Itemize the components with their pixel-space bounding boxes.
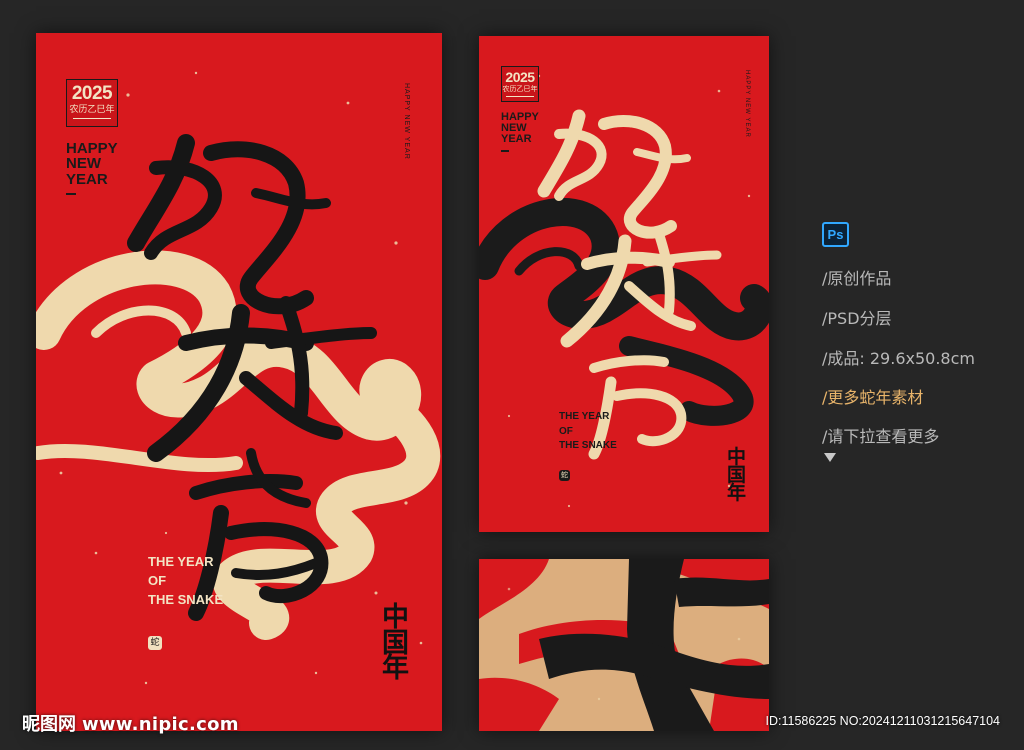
china-char-3-small: 年: [727, 482, 747, 505]
info-original-work: /原创作品: [822, 269, 892, 288]
photoshop-icon: Ps: [822, 222, 849, 247]
snake-seal-small: 蛇: [559, 470, 570, 481]
detail-crop-artwork: [479, 559, 769, 731]
poster-detail-crop: [479, 559, 769, 731]
happy-word-small: HAPPY: [501, 111, 539, 123]
more-snake-materials-link[interactable]: /更多蛇年素材: [822, 384, 923, 408]
badge-year: 2025: [71, 83, 113, 104]
poster-large: 2025 农历乙巳年 HAPPY NEW YEAR HAPPY NEW YEAR…: [36, 33, 442, 731]
poster-small: 2025 农历乙巳年 HAPPY NEW YEAR HAPPY NEW YEAR…: [479, 36, 769, 532]
badge-lunar-year-small: 农历乙巳年: [502, 85, 538, 93]
happy-new-year-text: HAPPY NEW YEAR: [66, 141, 118, 195]
nipic-watermark-logo: 昵图网 www.nipic.com: [22, 710, 239, 736]
year-word-small: YEAR: [501, 133, 532, 146]
china-char-3: 年: [382, 653, 409, 685]
china-year-calligraphy: 中 国 年: [382, 602, 409, 685]
snake-line-2-small: OF: [559, 425, 573, 437]
down-arrow-icon: [824, 453, 836, 462]
year-badge: 2025 农历乙巳年: [66, 79, 118, 127]
watermark-brand: 昵图网: [22, 714, 76, 735]
vertical-happy-new-year-small: HAPPY NEW YEAR: [744, 70, 750, 138]
badge-year-small: 2025: [505, 69, 535, 85]
happy-new-year-text-small: HAPPY NEW YEAR: [501, 111, 539, 152]
badge-divider: [73, 118, 111, 119]
snake-line-3: THE SNAKE: [148, 591, 224, 607]
year-word: YEAR: [66, 170, 108, 188]
snake-line-3-small: THE SNAKE: [559, 440, 617, 451]
new-word-small: NEW: [501, 122, 527, 135]
snake-seal: 蛇: [148, 636, 162, 650]
happy-dash: [66, 192, 76, 195]
china-year-calligraphy-small: 中 国 年: [727, 447, 747, 505]
china-char-1: 中: [382, 602, 409, 633]
year-badge-small: 2025 农历乙巳年: [501, 66, 539, 102]
info-scroll-down-hint: /请下拉查看更多: [822, 427, 940, 446]
year-of-the-snake-text: THE YEAR OF THE SNAKE: [148, 553, 223, 610]
watermark-id: ID:11586225 NO:20241211031215647104: [765, 714, 1000, 728]
canvas: 2025 农历乙巳年 HAPPY NEW YEAR HAPPY NEW YEAR…: [0, 0, 1024, 750]
info-finished-size: /成品: 29.6x50.8cm: [822, 349, 975, 368]
happy-dash-small: [501, 149, 509, 152]
info-psd-layers: /PSD分层: [822, 309, 892, 328]
badge-divider-small: [506, 96, 534, 97]
vertical-happy-new-year: HAPPY NEW YEAR: [403, 83, 410, 160]
watermark-url: www.nipic.com: [82, 714, 239, 735]
badge-lunar-year: 农历乙巳年: [69, 105, 115, 115]
snake-line-1-small: THE YEAR: [559, 411, 610, 422]
snake-line-1: THE YEAR: [148, 554, 214, 569]
year-of-the-snake-text-small: THE YEAR OF THE SNAKE: [559, 410, 617, 454]
snake-line-2: OF: [148, 572, 167, 588]
